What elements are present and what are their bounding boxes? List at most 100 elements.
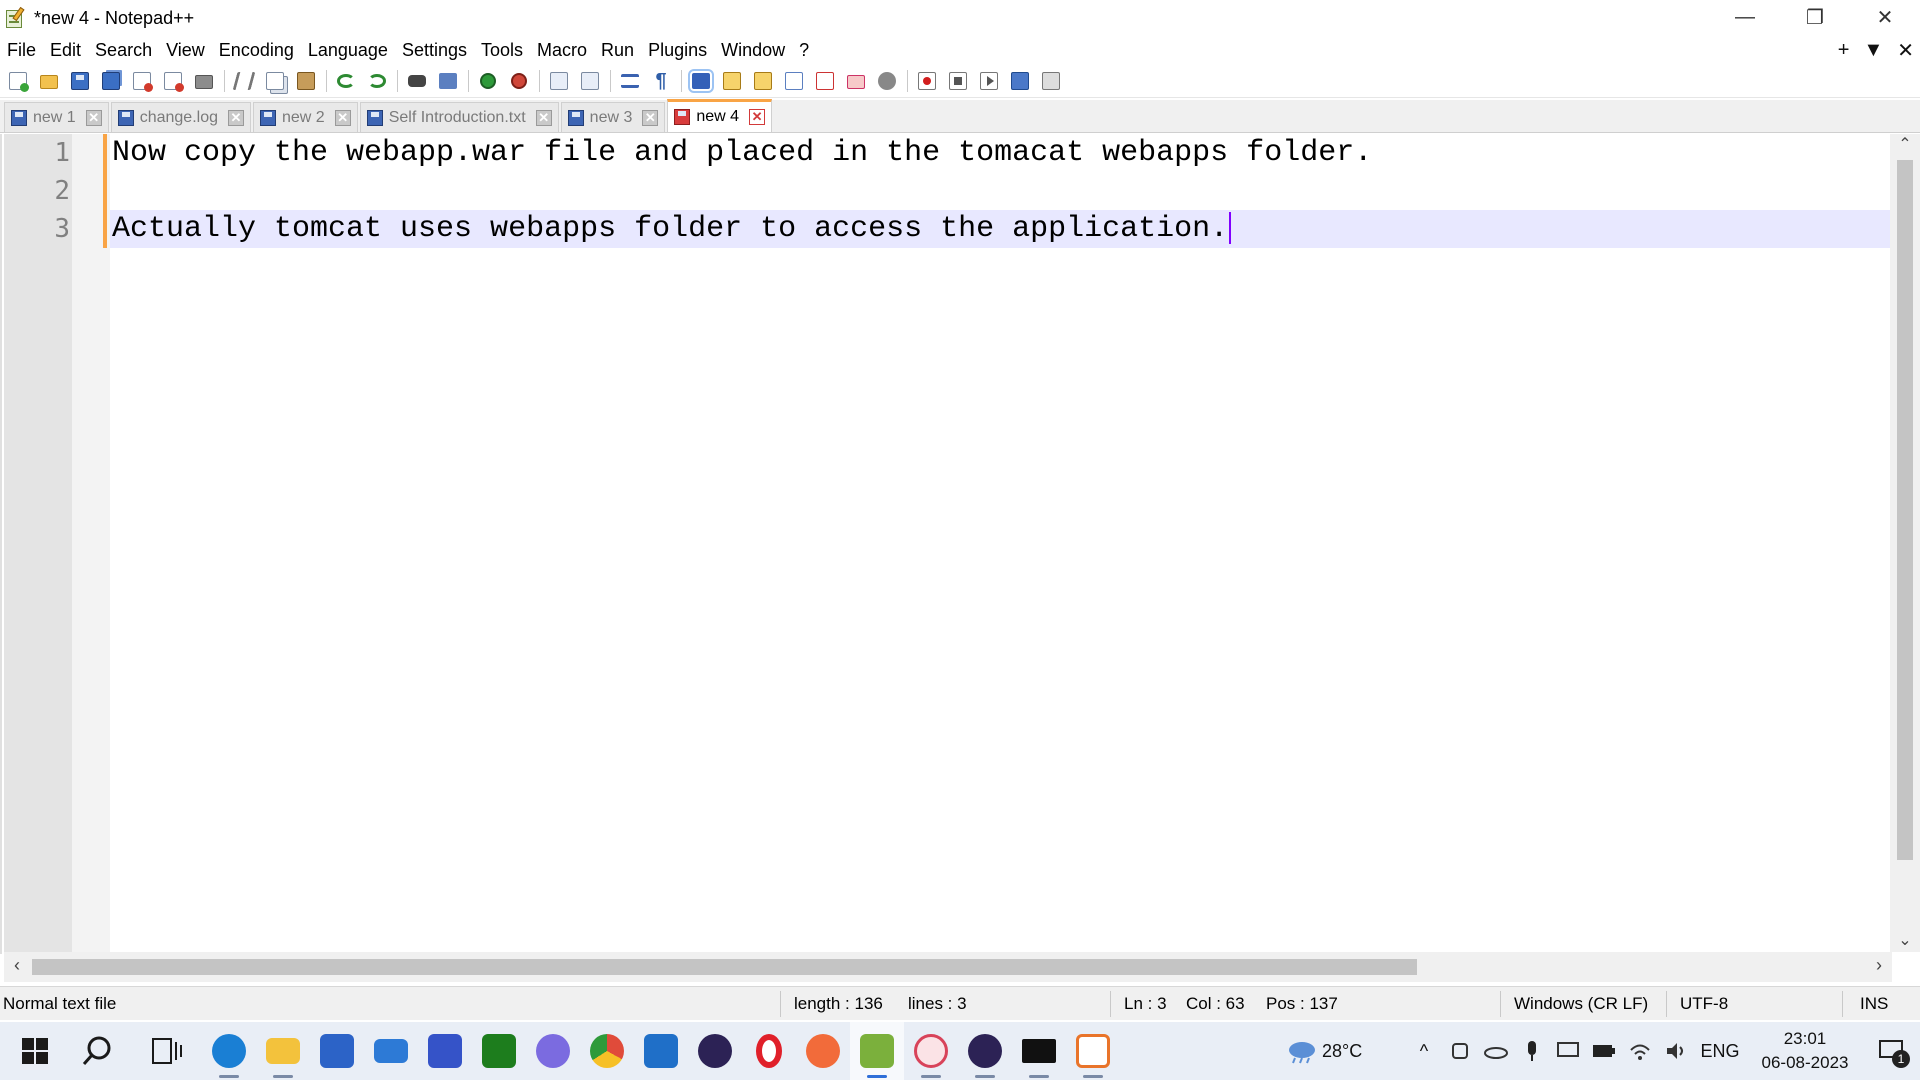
taskbar-edge[interactable]	[202, 1022, 256, 1080]
code-line-current[interactable]: Actually tomcat uses webapps folder to a…	[110, 210, 1892, 248]
close-document-icon[interactable]: ✕	[1897, 38, 1914, 63]
user-language-button[interactable]	[719, 68, 745, 94]
input-language[interactable]: ENG	[1694, 1041, 1746, 1062]
notepad-plus-plus-icon[interactable]	[4, 6, 26, 29]
zoom-out-button[interactable]	[506, 68, 532, 94]
onedrive-cloud-icon[interactable]	[1478, 1022, 1514, 1080]
taskbar-eclipse-2[interactable]	[958, 1022, 1012, 1080]
tab-close-icon[interactable]: ✕	[535, 109, 552, 126]
tab-close-icon[interactable]: ✕	[642, 109, 659, 126]
status-eol[interactable]: Windows (CR LF)	[1514, 987, 1648, 1021]
redo-button[interactable]	[364, 68, 390, 94]
tab-new-4[interactable]: new 4 ✕	[667, 99, 773, 132]
taskbar-xbox[interactable]	[472, 1022, 526, 1080]
taskbar-snipping-tool[interactable]	[904, 1022, 958, 1080]
start-button[interactable]	[8, 1022, 62, 1080]
taskbar-notepad-plus-plus[interactable]	[850, 1022, 904, 1080]
scroll-right-icon[interactable]: ›	[1866, 955, 1892, 977]
taskbar-opera[interactable]	[742, 1022, 796, 1080]
battery-icon[interactable]	[1586, 1022, 1622, 1080]
show-all-characters-button[interactable]: ¶	[648, 68, 674, 94]
open-file-button[interactable]	[36, 68, 62, 94]
clock[interactable]: 23:01 06-08-2023	[1746, 1027, 1864, 1075]
cut-button[interactable]	[231, 68, 257, 94]
scroll-down-icon[interactable]: ⌄	[1890, 930, 1920, 952]
menu-edit[interactable]: Edit	[43, 40, 88, 61]
run-macro-multiple-button[interactable]	[1007, 68, 1033, 94]
replace-button[interactable]	[435, 68, 461, 94]
wifi-icon[interactable]	[1622, 1022, 1658, 1080]
show-hidden-icons-chevron-icon[interactable]: ^	[1406, 1022, 1442, 1080]
folder-as-workspace-button[interactable]	[843, 68, 869, 94]
task-view-button[interactable]	[132, 1022, 202, 1080]
tab-close-icon[interactable]: ✕	[85, 109, 102, 126]
editor-pane[interactable]: 1 2 3 Now copy the webapp.war file and p…	[0, 134, 1920, 982]
vertical-scrollbar[interactable]: ⌃ ⌄	[1890, 134, 1920, 952]
copy-button[interactable]	[262, 68, 288, 94]
close-window-button[interactable]: ✕	[1850, 0, 1920, 34]
scroll-up-icon[interactable]: ⌃	[1890, 134, 1920, 156]
meet-now-icon[interactable]	[1442, 1022, 1478, 1080]
taskbar-file-explorer[interactable]	[256, 1022, 310, 1080]
weather-icon[interactable]	[1282, 1022, 1322, 1080]
menu-encoding[interactable]: Encoding	[212, 40, 301, 61]
scroll-left-icon[interactable]: ‹	[4, 955, 30, 977]
taskbar-postman[interactable]	[796, 1022, 850, 1080]
taskbar-copilot[interactable]	[526, 1022, 580, 1080]
taskbar-java[interactable]	[1066, 1022, 1120, 1080]
taskbar-teamviewer[interactable]	[418, 1022, 472, 1080]
tab-self-introduction[interactable]: Self Introduction.txt ✕	[359, 102, 559, 132]
indent-guide-button[interactable]	[688, 68, 714, 94]
menu-run[interactable]: Run	[594, 40, 641, 61]
tab-new-1[interactable]: new 1 ✕	[4, 102, 109, 132]
document-map-button[interactable]	[750, 68, 776, 94]
paste-button[interactable]	[293, 68, 319, 94]
tab-new-3[interactable]: new 3 ✕	[560, 102, 666, 132]
save-all-button[interactable]	[98, 68, 124, 94]
taskbar-mail[interactable]	[364, 1022, 418, 1080]
undo-button[interactable]	[333, 68, 359, 94]
tab-close-icon[interactable]: ✕	[228, 109, 244, 126]
tab-new-2[interactable]: new 2 ✕	[253, 102, 358, 132]
minimize-button[interactable]: —	[1710, 0, 1780, 34]
code-line[interactable]: Now copy the webapp.war file and placed …	[110, 134, 1892, 172]
taskbar-eclipse[interactable]	[688, 1022, 742, 1080]
fold-margin[interactable]	[72, 134, 110, 952]
horizontal-scrollbar[interactable]: ‹ ›	[4, 952, 1892, 982]
menu-macro[interactable]: Macro	[530, 40, 594, 61]
restore-button[interactable]: ❐	[1780, 0, 1850, 34]
display-settings-icon[interactable]	[1550, 1022, 1586, 1080]
tab-change-log[interactable]: change.log ✕	[110, 102, 251, 132]
save-macro-button[interactable]	[1038, 68, 1064, 94]
menu-settings[interactable]: Settings	[395, 40, 474, 61]
menu-search[interactable]: Search	[88, 40, 159, 61]
document-list-button[interactable]	[781, 68, 807, 94]
volume-icon[interactable]	[1658, 1022, 1694, 1080]
taskbar-chrome[interactable]	[580, 1022, 634, 1080]
horizontal-scroll-thumb[interactable]	[32, 959, 1417, 975]
menu-language[interactable]: Language	[301, 40, 395, 61]
sync-horizontal-button[interactable]	[577, 68, 603, 94]
code-line[interactable]	[110, 172, 1892, 210]
new-file-button[interactable]	[5, 68, 31, 94]
zoom-in-button[interactable]	[475, 68, 501, 94]
sync-vertical-button[interactable]	[546, 68, 572, 94]
weather-temperature[interactable]: 28°C	[1322, 1041, 1392, 1062]
playback-button[interactable]	[976, 68, 1002, 94]
notifications-button[interactable]: 1	[1864, 1022, 1920, 1080]
monitoring-button[interactable]	[874, 68, 900, 94]
tab-close-icon[interactable]: ✕	[334, 109, 351, 126]
close-all-button[interactable]	[160, 68, 186, 94]
status-encoding[interactable]: UTF-8	[1680, 987, 1728, 1021]
close-file-button[interactable]	[129, 68, 155, 94]
taskbar-search-button[interactable]	[62, 1022, 132, 1080]
menu-file[interactable]: File	[0, 40, 43, 61]
text-area[interactable]: Now copy the webapp.war file and placed …	[110, 134, 1892, 952]
menu-plugins[interactable]: Plugins	[641, 40, 714, 61]
taskbar-terminal[interactable]	[1012, 1022, 1066, 1080]
new-tab-plus-icon[interactable]: +	[1838, 39, 1850, 62]
stop-recording-button[interactable]	[945, 68, 971, 94]
microphone-icon[interactable]	[1514, 1022, 1550, 1080]
find-button[interactable]	[404, 68, 430, 94]
tab-close-icon[interactable]: ✕	[749, 109, 766, 125]
